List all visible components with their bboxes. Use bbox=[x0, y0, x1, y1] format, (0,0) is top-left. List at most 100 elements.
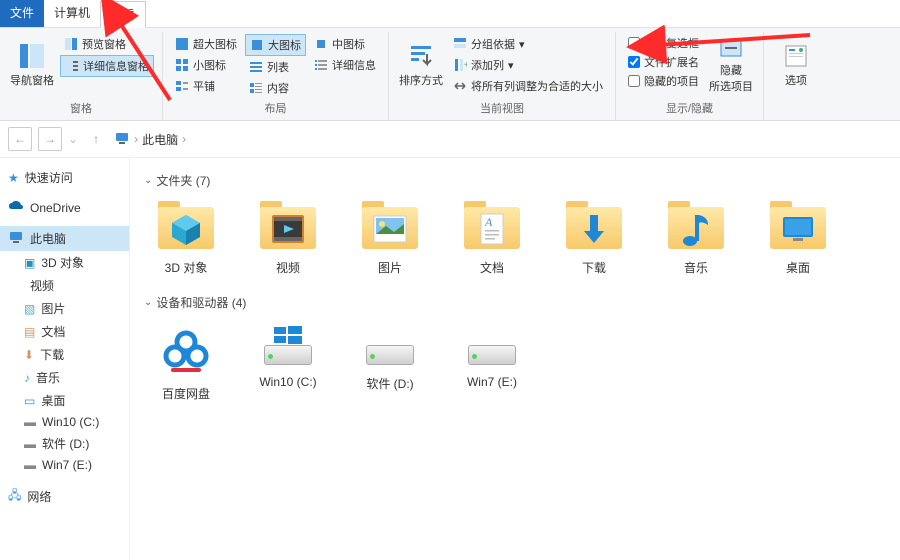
small-icons-icon bbox=[175, 58, 189, 72]
drive-win7[interactable]: Win7 (E:) bbox=[450, 319, 534, 402]
sidebar-win10-label: Win10 (C:) bbox=[42, 415, 99, 429]
layout-details-label: 详细信息 bbox=[332, 57, 376, 73]
recent-dropdown[interactable]: ⌄ bbox=[68, 132, 78, 146]
main-panel: ⌄ 文件夹 (7) 3D 对象 视频 图片 A 文档 下载 bbox=[130, 158, 900, 560]
drive-icon: ▬ bbox=[24, 415, 36, 429]
size-all-label: 将所有列调整为合适的大小 bbox=[471, 78, 603, 94]
drive-label: Win7 (E:) bbox=[467, 375, 517, 389]
details-pane-button[interactable]: 详细信息窗格 bbox=[60, 55, 154, 77]
options-button[interactable]: 选项 bbox=[772, 34, 820, 94]
folder-videos[interactable]: 视频 bbox=[246, 197, 330, 276]
drive-soft[interactable]: 软件 (D:) bbox=[348, 319, 432, 402]
folder-downloads[interactable]: 下载 bbox=[552, 197, 636, 276]
devices-section-header[interactable]: ⌄ 设备和驱动器 (4) bbox=[144, 294, 886, 311]
drive-label: Win10 (C:) bbox=[259, 375, 316, 389]
sidebar-videos[interactable]: 视频 bbox=[0, 274, 129, 297]
hidden-items-label: 隐藏的项目 bbox=[644, 73, 699, 89]
drive-label: 软件 (D:) bbox=[366, 375, 413, 392]
sidebar-documents-label: 文档 bbox=[41, 323, 65, 340]
up-button[interactable]: ↑ bbox=[84, 127, 108, 151]
drive-baidu[interactable]: 百度网盘 bbox=[144, 319, 228, 402]
hide-selected-label: 隐藏 所选项目 bbox=[709, 62, 753, 94]
folder-icon bbox=[358, 197, 422, 253]
hide-selected-button[interactable]: 隐藏 所选项目 bbox=[707, 34, 755, 94]
drive-win10[interactable]: Win10 (C:) bbox=[246, 319, 330, 402]
sidebar-documents[interactable]: ▤文档 bbox=[0, 320, 129, 343]
folder-label: 下载 bbox=[582, 259, 606, 276]
details-pane-icon bbox=[65, 59, 79, 73]
size-columns-icon bbox=[453, 79, 467, 93]
sidebar-win10-drive[interactable]: ▬ Win10 (C:) bbox=[0, 412, 129, 432]
add-column-icon: + bbox=[453, 58, 467, 72]
sidebar-downloads-label: 下载 bbox=[40, 346, 64, 363]
breadcrumb[interactable]: › 此电脑 › bbox=[114, 130, 186, 149]
sidebar-music-label: 音乐 bbox=[36, 369, 60, 386]
file-ext-label: 文件扩展名 bbox=[644, 54, 699, 70]
layout-details[interactable]: 详细信息 bbox=[310, 55, 380, 75]
item-check-boxes[interactable]: 项目复选框 bbox=[624, 34, 703, 52]
layout-list[interactable]: 列表 bbox=[245, 57, 306, 77]
tab-computer[interactable]: 计算机 bbox=[44, 0, 100, 27]
sidebar-quick-access[interactable]: ★快速访问 bbox=[0, 166, 129, 189]
sidebar-videos-label: 视频 bbox=[30, 277, 54, 294]
extra-large-icon bbox=[175, 37, 189, 51]
layout-medium[interactable]: 中图标 bbox=[310, 34, 380, 54]
item-check-label: 项目复选框 bbox=[644, 35, 699, 51]
tab-view[interactable]: 查看 bbox=[100, 1, 146, 28]
sidebar-desktop[interactable]: ▭桌面 bbox=[0, 389, 129, 412]
sidebar-win7-drive[interactable]: ▬Win7 (E:) bbox=[0, 455, 129, 475]
breadcrumb-root[interactable]: 此电脑 bbox=[142, 131, 178, 148]
folder-3d-objects[interactable]: 3D 对象 bbox=[144, 197, 228, 276]
layout-small[interactable]: 小图标 bbox=[171, 55, 241, 75]
folder-label: 3D 对象 bbox=[165, 259, 208, 276]
preview-pane-button[interactable]: 预览窗格 bbox=[60, 34, 154, 54]
add-column-button[interactable]: +添加列 ▾ bbox=[449, 55, 607, 75]
sidebar-this-pc[interactable]: 此电脑 bbox=[0, 226, 129, 251]
back-button[interactable]: ← bbox=[8, 127, 32, 151]
sidebar-onedrive-label: OneDrive bbox=[30, 201, 81, 215]
nav-pane-button[interactable]: 导航窗格 bbox=[8, 34, 56, 94]
picture-icon: ▧ bbox=[24, 302, 35, 316]
file-ext-checkbox[interactable] bbox=[628, 56, 640, 68]
sidebar-downloads[interactable]: ⬇下载 bbox=[0, 343, 129, 366]
forward-button[interactable]: → bbox=[38, 127, 62, 151]
sidebar-network[interactable]: 🖧网络 bbox=[0, 483, 129, 510]
folder-pictures[interactable]: 图片 bbox=[348, 197, 432, 276]
layout-tiles-label: 平铺 bbox=[193, 78, 215, 94]
sidebar-onedrive[interactable]: OneDrive bbox=[0, 197, 129, 218]
folder-documents[interactable]: A 文档 bbox=[450, 197, 534, 276]
layout-large[interactable]: 大图标 bbox=[245, 34, 306, 56]
hidden-items-checkbox[interactable] bbox=[628, 75, 640, 87]
folders-section-header[interactable]: ⌄ 文件夹 (7) bbox=[144, 172, 886, 189]
svg-text:+: + bbox=[464, 60, 467, 71]
options-group-label bbox=[794, 98, 797, 116]
sidebar-3d-objects[interactable]: ▣3D 对象 bbox=[0, 251, 129, 274]
folder-icon bbox=[766, 197, 830, 253]
folder-music[interactable]: 音乐 bbox=[654, 197, 738, 276]
details-pane-label: 详细信息窗格 bbox=[83, 58, 149, 74]
group-by-label: 分组依据 bbox=[471, 36, 515, 52]
layout-content[interactable]: 内容 bbox=[245, 78, 306, 98]
sidebar-pictures[interactable]: ▧图片 bbox=[0, 297, 129, 320]
layout-group-label: 布局 bbox=[265, 98, 287, 120]
panes-group-label: 窗格 bbox=[70, 98, 92, 120]
sidebar-network-label: 网络 bbox=[27, 488, 51, 505]
layout-extra-large[interactable]: 超大图标 bbox=[171, 34, 241, 54]
ribbon-group-show-hide: 项目复选框 文件扩展名 隐藏的项目 隐藏 所选项目 显示/隐藏 bbox=[616, 32, 764, 120]
svg-text:A: A bbox=[484, 215, 493, 229]
size-all-columns-button[interactable]: 将所有列调整为合适的大小 bbox=[449, 76, 607, 96]
hide-selected-icon bbox=[715, 34, 747, 62]
content-icon bbox=[249, 81, 263, 95]
item-check-checkbox[interactable] bbox=[628, 37, 640, 49]
folder-icon bbox=[154, 197, 218, 253]
sidebar-soft-drive[interactable]: ▬软件 (D:) bbox=[0, 432, 129, 455]
sidebar-music[interactable]: ♪音乐 bbox=[0, 366, 129, 389]
group-by-button[interactable]: 分组依据 ▾ bbox=[449, 34, 607, 54]
tab-file[interactable]: 文件 bbox=[0, 0, 44, 27]
hidden-items[interactable]: 隐藏的项目 bbox=[624, 72, 703, 90]
drive-icon bbox=[462, 319, 522, 369]
sort-button[interactable]: 排序方式 bbox=[397, 34, 445, 94]
folder-desktop[interactable]: 桌面 bbox=[756, 197, 840, 276]
file-extensions[interactable]: 文件扩展名 bbox=[624, 53, 703, 71]
layout-tiles[interactable]: 平铺 bbox=[171, 76, 241, 96]
